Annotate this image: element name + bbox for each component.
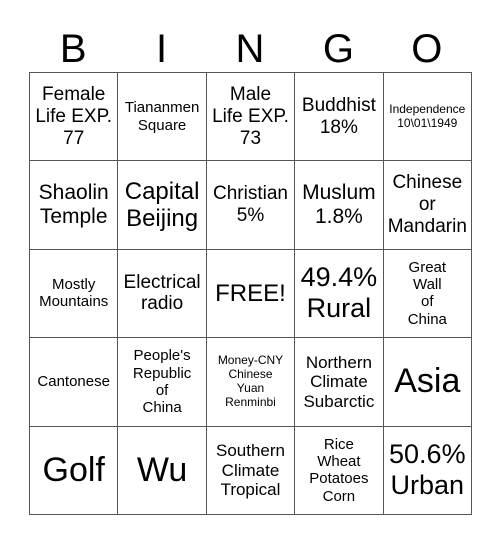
bingo-cell-text: Money-CNY Chinese Yuan Renminbi (217, 353, 284, 409)
bingo-cell-text: Mostly Mountains (39, 276, 109, 311)
bingo-cell[interactable]: Northern Climate Subarctic (295, 338, 384, 427)
bingo-cell-text: Asia (394, 362, 461, 401)
bingo-cell-text: Cantonese (37, 373, 110, 391)
bingo-cell[interactable]: Female Life EXP. 77 (30, 73, 119, 162)
bingo-cell-free[interactable]: FREE! (206, 249, 296, 339)
bingo-cell-text: Electrical radio (123, 271, 201, 315)
bingo-cell-text: 50.6% Urban (389, 439, 466, 501)
bingo-cell[interactable]: Chinese or Mandarin (383, 161, 472, 250)
bingo-cell-text: Northern Climate Subarctic (303, 352, 375, 411)
bingo-cell-text: Shaolin Temple (38, 180, 109, 229)
bingo-cell[interactable]: Mostly Mountains (30, 249, 119, 339)
bingo-cell[interactable]: 49.4% Rural (295, 249, 384, 339)
bingo-cell-text: Female Life EXP. 77 (35, 83, 113, 149)
bingo-cell-text: Independence 10\01\1949 (389, 101, 466, 130)
bingo-grid: Female Life EXP. 77 Tiananmen Square Male … (29, 72, 472, 515)
bingo-cell-text: 49.4% Rural (300, 262, 378, 324)
bingo-cell-text: People's Republic of China (132, 347, 192, 417)
header-letter-b: B (59, 27, 87, 71)
bingo-cell-text: Southern Climate Tropical (215, 440, 285, 500)
bingo-cell-text: Wu (136, 450, 188, 489)
bingo-cell[interactable]: Male Life EXP. 73 (206, 73, 296, 162)
bingo-cell-text: Chinese or Mandarin (387, 172, 467, 238)
bingo-cell[interactable]: Golf (30, 426, 119, 515)
bingo-cell[interactable]: Buddhist 18% (295, 73, 384, 162)
bingo-header: B I N G O (29, 26, 471, 72)
bingo-cell[interactable]: Muslum 1.8% (295, 161, 384, 250)
bingo-cell[interactable]: 50.6% Urban (383, 426, 472, 515)
bingo-cell-text: FREE! (215, 279, 286, 307)
bingo-cell[interactable]: Southern Climate Tropical (206, 426, 296, 515)
bingo-cell[interactable]: Electrical radio (118, 249, 207, 339)
bingo-cell-text: Muslum 1.8% (302, 180, 376, 229)
bingo-cell[interactable]: Independence 10\01\1949 (383, 73, 472, 162)
bingo-cell-text: Golf (42, 450, 105, 489)
bingo-cell[interactable]: Tiananmen Square (118, 73, 207, 162)
bingo-cell[interactable]: Money-CNY Chinese Yuan Renminbi (206, 338, 296, 427)
bingo-cell[interactable]: People's Republic of China (118, 338, 207, 427)
bingo-cell-text: Capital Beijing (124, 177, 200, 233)
bingo-cell-text: Great Wall of China (407, 258, 447, 328)
bingo-cell[interactable]: Christian 5% (206, 161, 296, 250)
bingo-cell-text: Rice Wheat Potatoes Corn (309, 435, 369, 505)
bingo-cell[interactable]: Asia (383, 338, 472, 427)
bingo-cell[interactable]: Shaolin Temple (30, 161, 119, 250)
header-letter-g: G (322, 27, 354, 71)
bingo-cell-text: Male Life EXP. 73 (212, 83, 289, 149)
header-letter-i: I (156, 27, 168, 71)
bingo-cell[interactable]: Capital Beijing (118, 161, 207, 250)
bingo-cell[interactable]: Wu (118, 426, 207, 515)
bingo-cell-text: Buddhist 18% (301, 94, 376, 138)
bingo-cell[interactable]: Rice Wheat Potatoes Corn (295, 426, 384, 515)
bingo-cell[interactable]: Cantonese (30, 338, 119, 427)
header-letter-o: O (411, 27, 443, 71)
bingo-cell-text: Christian 5% (213, 183, 288, 227)
bingo-cell-text: Tiananmen Square (124, 99, 200, 134)
header-letter-n: N (235, 27, 265, 71)
bingo-cell[interactable]: Great Wall of China (383, 249, 472, 339)
